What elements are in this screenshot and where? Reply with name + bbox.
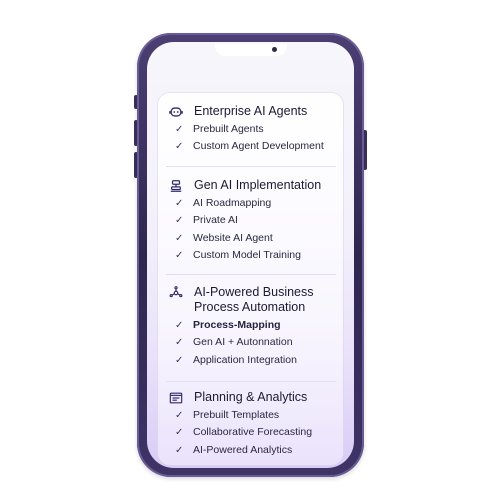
robot-head-icon — [169, 105, 183, 119]
section-title: Gen AI Implementation — [194, 178, 322, 192]
check-icon: ✓ — [175, 232, 184, 244]
list-item-label: Custom Model Training — [193, 248, 301, 261]
check-icon: ✓ — [175, 198, 184, 209]
check-icon: ✓ — [175, 141, 184, 153]
section-divider — [166, 166, 336, 167]
check-icon: ✓ — [175, 337, 184, 349]
section-header: Planning & Analytics — [168, 390, 340, 406]
stage: Enterprise AI Agents ✓ Prebuilt Agents ✓… — [0, 0, 500, 500]
list-item-label: AI Roadmapping — [193, 197, 272, 209]
check-icon: ✓ — [175, 215, 184, 227]
section-divider — [166, 381, 336, 382]
robot-arm-icon — [169, 179, 183, 193]
camera-dot — [272, 47, 277, 52]
section-business-process-automation: AI-Powered Business Process Automation ✓… — [168, 285, 340, 366]
section-enterprise-ai-agents: Enterprise AI Agents ✓ Prebuilt Agents ✓… — [168, 104, 340, 152]
check-icon: ✓ — [175, 410, 184, 421]
list-item-label: Prebuilt Agents — [193, 123, 264, 135]
section-header: Enterprise AI Agents — [168, 104, 340, 120]
list-item-label: Prebuilt Templates — [193, 409, 280, 421]
list-item-label: Private AI — [193, 214, 238, 227]
section-title: Enterprise AI Agents — [194, 104, 308, 118]
list-item-label: Application Integration — [193, 353, 297, 366]
section-divider — [166, 274, 336, 275]
list-item-label: Process-Mapping — [193, 319, 281, 331]
section-planning-analytics: Planning & Analytics ✓ Prebuilt Template… — [168, 390, 340, 456]
network-nodes-icon — [169, 286, 183, 300]
section-gen-ai-implementation: Gen AI Implementation ✓ AI Roadmapping ✓… — [168, 178, 340, 261]
dashboard-window-icon — [169, 391, 183, 405]
check-icon: ✓ — [175, 320, 184, 331]
list-item-label: Collaborative Forecasting — [193, 426, 313, 439]
check-icon: ✓ — [175, 249, 184, 261]
check-icon: ✓ — [175, 354, 184, 366]
check-icon: ✓ — [175, 427, 184, 439]
list-item-label: Website AI Agent — [193, 231, 273, 244]
section-title: Planning & Analytics — [194, 390, 308, 404]
check-icon: ✓ — [175, 444, 184, 456]
list-item-label: AI-Powered Analytics — [193, 443, 293, 456]
section-header: AI-Powered Business Process Automation — [168, 285, 340, 314]
section-header: Gen AI Implementation — [168, 178, 340, 194]
section-title: AI-Powered Business Process Automation — [194, 285, 314, 314]
list-item-label: Gen AI + Autonnation — [193, 336, 293, 349]
list-item-label: Custom Agent Development — [193, 140, 324, 153]
check-icon: ✓ — [175, 124, 184, 135]
